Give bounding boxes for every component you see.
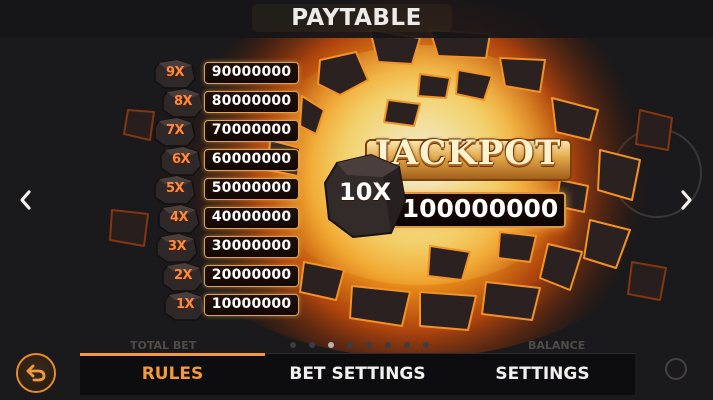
game-scene: TOTAL BET BALANCE PAYTABLE 9X 90000000 8… xyxy=(0,0,713,400)
prev-page-button[interactable] xyxy=(14,185,36,215)
multiplier-label: 3X xyxy=(167,239,187,254)
payout-amount: 10000000 xyxy=(204,294,299,316)
paytable-row: 3X 30000000 xyxy=(155,233,305,263)
page-dot[interactable] xyxy=(366,342,372,348)
bottom-tab-bar: RULES BET SETTINGS SETTINGS xyxy=(80,353,635,395)
payout-amount: 40000000 xyxy=(204,207,299,229)
stone-icon: 1X xyxy=(163,291,207,321)
jackpot-amount: 100000000 xyxy=(401,194,559,223)
payout-amount: 80000000 xyxy=(204,91,299,113)
jackpot-multiplier: 10X xyxy=(339,178,391,206)
stone-icon: 2X xyxy=(161,262,205,292)
payout-amount: 20000000 xyxy=(204,265,299,287)
tab-settings[interactable]: SETTINGS xyxy=(450,353,635,395)
multiplier-label: 6X xyxy=(171,152,191,167)
payout-amount: 30000000 xyxy=(204,236,299,258)
stone-icon: 3X xyxy=(155,233,199,263)
paytable-row: 9X 90000000 xyxy=(153,59,305,89)
tab-bet-settings[interactable]: BET SETTINGS xyxy=(265,353,450,395)
chevron-right-icon xyxy=(681,190,692,210)
page-dot[interactable] xyxy=(404,342,410,348)
stone-icon: 5X xyxy=(153,175,197,205)
multiplier-label: 8X xyxy=(173,94,193,109)
payout-amount: 90000000 xyxy=(204,62,299,84)
undo-arrow-icon xyxy=(26,364,46,382)
settings-ghost-icon xyxy=(665,358,687,380)
paytable-row: 2X 20000000 xyxy=(155,262,305,292)
page-dot[interactable] xyxy=(385,342,391,348)
stone-icon: 6X xyxy=(159,146,203,176)
page-dot[interactable] xyxy=(309,342,315,348)
paytable-row: 1X 10000000 xyxy=(155,291,305,321)
multiplier-label: 4X xyxy=(169,210,189,225)
paytable-row: 4X 40000000 xyxy=(155,204,305,234)
stone-icon: 9X xyxy=(153,59,197,89)
multiplier-label: 5X xyxy=(165,181,185,196)
chevron-left-icon xyxy=(20,190,31,210)
page-dot[interactable] xyxy=(328,342,334,348)
multiplier-label: 7X xyxy=(165,123,185,138)
payout-amount: 60000000 xyxy=(204,149,299,171)
back-button[interactable] xyxy=(16,353,56,393)
page-dot[interactable] xyxy=(347,342,353,348)
header-bar: PAYTABLE xyxy=(0,0,713,38)
stone-icon: 4X xyxy=(157,204,201,234)
multiplier-label: 1X xyxy=(175,297,195,312)
payout-amount: 70000000 xyxy=(204,120,299,142)
multiplier-label: 9X xyxy=(165,65,185,80)
paytable-row: 8X 80000000 xyxy=(155,88,305,118)
page-dot[interactable] xyxy=(290,342,296,348)
multiplier-label: 2X xyxy=(173,268,193,283)
tab-rules[interactable]: RULES xyxy=(80,353,265,395)
paytable-row: 6X 60000000 xyxy=(155,146,305,176)
stone-icon: 8X xyxy=(161,88,205,118)
page-dot[interactable] xyxy=(423,342,429,348)
next-page-button[interactable] xyxy=(676,185,698,215)
paytable-row: 7X 70000000 xyxy=(153,117,305,147)
stone-icon: 7X xyxy=(153,117,197,147)
paytable-row: 5X 50000000 xyxy=(153,175,305,205)
page-title: PAYTABLE xyxy=(291,5,422,31)
payout-amount: 50000000 xyxy=(204,178,299,200)
